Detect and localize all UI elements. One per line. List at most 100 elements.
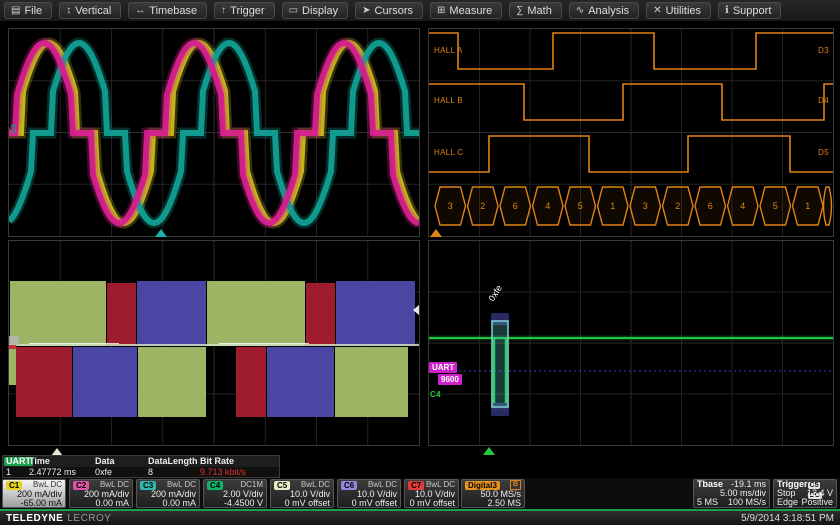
d4-label: D4: [818, 96, 829, 105]
channel-box-c5[interactable]: C5BwL DC 10.0 V/div 0 mV offset: [270, 479, 334, 508]
menu-math[interactable]: ∑ Math: [509, 2, 562, 19]
c6-badge: C6: [341, 481, 357, 490]
c3-offset: 0.00 mA: [140, 499, 196, 508]
math-icon: ∑: [516, 6, 523, 16]
hall-a-label: HALL A: [434, 46, 463, 55]
channel-box-c1[interactable]: C1BwL DC 200 mA/div -65.00 mA: [2, 479, 66, 508]
trigger-type: Edge: [777, 498, 798, 507]
c2-offset: 0.00 mA: [73, 499, 129, 508]
menu-display-label: Display: [302, 5, 338, 17]
menu-utilities-label: Utilities: [666, 5, 701, 17]
row-bitrate: 9.713 kbit/s: [200, 467, 277, 478]
channel-descriptor-row: C1BwL DC 200 mA/div -65.00 mA C2BwL DC 2…: [0, 478, 840, 509]
channel-box-c3[interactable]: C3BwL DC 200 mA/div 0.00 mA: [136, 479, 200, 508]
menu-measure[interactable]: ⊞Measure: [430, 2, 502, 19]
bus-state-value: 1: [610, 201, 615, 211]
bus-state-value: 6: [513, 201, 518, 211]
menu-cursors-label: Cursors: [375, 5, 414, 17]
analog-current-panel[interactable]: C3 C1: [8, 28, 420, 237]
menu-measure-label: Measure: [449, 5, 492, 17]
bus-state-value: 4: [545, 201, 550, 211]
row-data: 0xfe: [95, 467, 148, 478]
file-icon: ▤: [11, 6, 20, 16]
menu-display[interactable]: ▭ Display: [282, 2, 349, 19]
menu-timebase[interactable]: ↔Timebase: [128, 2, 207, 19]
bus-state-value: 5: [578, 201, 583, 211]
c3-trigger-position-marker[interactable]: [155, 229, 167, 237]
col-bitrate: Bit Rate: [200, 456, 277, 467]
c4-offset: -4.4500 V: [207, 499, 263, 508]
pwm-voltage-panel[interactable]: [8, 240, 420, 446]
bus-state-value: 5: [773, 201, 778, 211]
row-time: 2.47772 ms: [29, 467, 95, 478]
bus-state-value: 3: [643, 201, 648, 211]
uart-table-header: UART Time Data DataLength Bit Rate: [3, 456, 279, 467]
trigger-box[interactable]: TriggerC5 DC Stop12.4 V EdgePositive: [773, 479, 837, 508]
brand-teledyne: TELEDYNE: [6, 513, 63, 524]
trigger-slope: Positive: [801, 498, 833, 507]
uart-decoder-badge[interactable]: UART: [429, 362, 457, 373]
menu-vertical-label: Vertical: [75, 5, 111, 17]
c6-level-marker[interactable]: [9, 336, 19, 345]
c6-offset: 0 mV offset: [341, 499, 397, 508]
c5-offset: 0 mV offset: [274, 499, 330, 508]
bus-state-value: 2: [675, 201, 680, 211]
channel-box-c2[interactable]: C2BwL DC 200 mA/div 0.00 mA: [69, 479, 133, 508]
menu-analysis[interactable]: ∿Analysis: [569, 2, 639, 19]
menu-bar: ▤ File ↕ Vertical ↔Timebase ↑ Trigger ▭ Disp…: [0, 0, 840, 22]
channel-box-c6[interactable]: C6BwL DC 10.0 V/div 0 mV offset: [337, 479, 401, 508]
menu-timebase-label: Timebase: [149, 5, 197, 17]
digital3-memory: 2.50 MS: [465, 499, 521, 508]
c4-position-marker[interactable]: [483, 447, 495, 455]
oscilloscope-screen: ▤ File ↕ Vertical ↔Timebase ↑ Trigger ▭ Disp…: [0, 0, 840, 525]
menu-cursors[interactable]: ➤Cursors: [355, 2, 423, 19]
uart-table-row[interactable]: 1 2.47772 ms 0xfe 8 9.713 kbit/s: [3, 467, 279, 478]
d3-label: D3: [818, 46, 829, 55]
trigger-icon: ↑: [221, 6, 226, 16]
c7-level-marker[interactable]: [9, 345, 16, 349]
uart-baud-badge[interactable]: 9600: [438, 374, 462, 385]
display-icon: ▭: [289, 6, 298, 16]
brand-lecroy: LECROY: [67, 513, 111, 524]
pwm-plot: [9, 241, 419, 445]
hall-c-label: HALL C: [434, 148, 464, 157]
info-icon: ℹ: [725, 6, 729, 16]
uart-decode-table[interactable]: UART Time Data DataLength Bit Rate 1 2.4…: [2, 455, 280, 478]
vertical-icon: ↕: [66, 6, 71, 16]
analog-current-plot: [9, 29, 419, 236]
channel-box-c7[interactable]: C7BwL DC 10.0 V/div 0 mV offset: [404, 479, 459, 508]
channel-box-digital3[interactable]: Digital3B 50.0 MS/s 2.50 MS: [461, 479, 525, 508]
col-datalength: DataLength: [148, 456, 200, 467]
status-bar: TELEDYNELECROY 5/9/2014 3:18:51 PM: [0, 509, 840, 525]
c5-badge: C5: [274, 481, 290, 490]
bus-decode-group: 326451326451: [435, 187, 832, 225]
row-length: 8: [148, 467, 200, 478]
c3-zero-marker[interactable]: C3: [11, 124, 18, 133]
menu-support[interactable]: ℹSupport: [718, 2, 781, 19]
menu-file[interactable]: ▤ File: [4, 2, 52, 19]
menu-utilities[interactable]: ✕Utilities: [646, 2, 711, 19]
menu-trigger[interactable]: ↑ Trigger: [214, 2, 274, 19]
menu-vertical[interactable]: ↕ Vertical: [59, 2, 121, 19]
bus-state-value: 1: [805, 201, 810, 211]
c1-offset: -65.00 mA: [6, 499, 62, 508]
c4-badge: C4: [207, 481, 223, 490]
menu-file-label: File: [24, 5, 42, 17]
c1-zero-marker[interactable]: C1: [19, 124, 26, 133]
bus-state-value: 2: [480, 201, 485, 211]
right-edge-marker[interactable]: [413, 305, 419, 315]
analysis-icon: ∿: [576, 6, 584, 16]
channel-box-c4[interactable]: C4DC1M 2.00 V/div -4.4500 V: [203, 479, 267, 508]
timebase-box[interactable]: Tbase-19.1 ms 5.00 ms/div 5 MS100 MS/s: [693, 479, 770, 508]
c4-level-marker[interactable]: C4: [430, 390, 441, 399]
uart-serial-panel[interactable]: 0xfe UART 9600 C4: [428, 240, 834, 446]
tbase-memory: 5 MS: [697, 498, 718, 507]
decode-highlight: [491, 313, 509, 416]
grid-serial: [429, 241, 833, 445]
digital-hall-panel[interactable]: 326451326451 HALL A HALL B HALL C D3 D4 …: [428, 28, 834, 237]
bus-state-value: 3: [448, 201, 453, 211]
digital-position-marker[interactable]: [430, 229, 442, 237]
menu-math-label: Math: [527, 5, 551, 17]
menu-trigger-label: Trigger: [230, 5, 264, 17]
col-data: Data: [95, 456, 148, 467]
